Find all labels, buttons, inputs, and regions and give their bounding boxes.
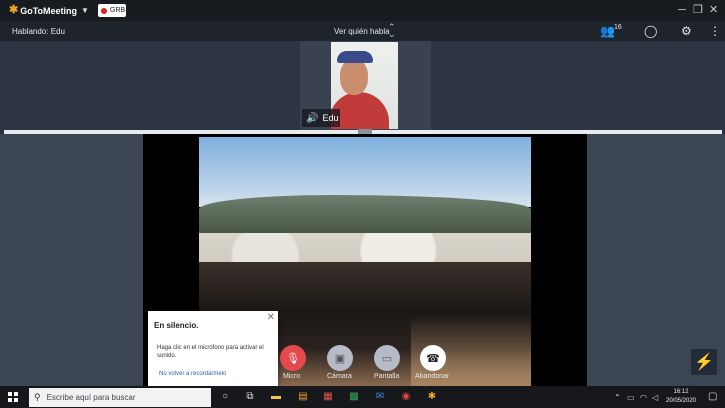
store-icon[interactable]: ▤ [296,390,310,404]
mail-icon[interactable]: ✉ [373,390,387,404]
battery-icon[interactable]: ▭ [627,393,635,402]
title-bar: ✱ GoToMeeting ▼ GRB ─ ❐ ✕ [0,0,725,21]
gear-icon[interactable]: ⚙ [681,24,692,38]
camera-button[interactable]: ▣ [327,345,353,371]
updown-chevron-icon[interactable]: ⌃ ⌄ [388,23,396,39]
close-icon[interactable]: ✕ [709,3,718,17]
toast-body: Haga clic en el micrófono para activar e… [157,345,264,359]
more-options-icon[interactable]: ⋮ [709,24,721,38]
camera-off-icon: ▣ [334,352,346,365]
recording-badge[interactable]: GRB [98,4,126,17]
notifications-icon[interactable]: ▢ [708,391,717,402]
chrome-icon[interactable]: ◉ [399,390,413,404]
lightning-logo-icon: ⚡ [690,348,718,376]
mic-label: Micro [283,373,301,380]
dont-remind-link[interactable]: No volver a recordármelo [159,371,226,377]
restore-icon[interactable]: ❐ [693,3,703,17]
microphone-muted-icon: 🎙 [286,352,300,365]
speaker-volume-icon: 🔊 [306,112,319,124]
windows-start-icon[interactable] [8,392,18,402]
tray-expand-icon[interactable]: ⌃ [614,393,621,402]
mic-button[interactable]: 🎙 [280,345,306,371]
close-icon[interactable]: ✕ [267,312,275,323]
view-who-speaks-dropdown[interactable]: Ver quién habla [334,27,390,36]
webcam-video [331,42,398,129]
excel-icon[interactable]: ▩ [347,390,361,404]
screen-share-button[interactable]: ▭ [374,345,400,371]
webcam-name: Edu [322,113,339,123]
speaking-indicator: Hablando: Edu [12,27,65,36]
screen-share-icon: ▭ [381,352,393,365]
participant-count: 16 [614,24,622,31]
webcam-name-label: 🔊 Edu [302,109,340,127]
chat-icon[interactable]: ◯ [644,24,657,38]
clock[interactable]: 16:12 20/05/2020 [662,388,700,406]
toast-title: En silencio. [154,321,199,330]
participants-icon[interactable]: 👥 [600,24,615,38]
minimize-icon[interactable]: ─ [678,3,686,17]
gotomeeting-taskbar-icon[interactable]: ✱ [425,390,439,404]
recording-label: GRB [110,7,126,14]
leave-button[interactable]: ☎ [420,345,446,371]
app-menu[interactable]: ✱ GoToMeeting ▼ [9,5,89,16]
chevron-down-icon: ▼ [81,6,89,15]
speaker-bar: Hablando: Edu Ver quién habla ⌃ ⌄ 👥 16 ◯ … [0,21,725,41]
cortana-icon[interactable]: ○ [218,390,232,404]
file-explorer-icon[interactable]: ▬ [269,390,283,404]
clock-time: 16:12 [673,389,689,395]
leave-label: Abandonar [415,373,450,380]
gift-icon[interactable]: ▦ [321,390,335,404]
volume-icon[interactable]: ◁ [652,393,658,402]
record-dot-icon [101,7,107,14]
app-name: GoToMeeting [20,5,78,16]
muted-notification: ✕ En silencio. Haga clic en el micrófono… [148,311,278,386]
hangup-icon: ☎ [426,352,440,365]
clock-date: 20/05/2020 [665,398,697,404]
taskbar-search[interactable]: ⚲ Escribe aquí para buscar [29,388,211,407]
gotomeeting-logo-icon: ✱ [9,4,19,16]
camera-label: Cámara [327,373,352,380]
network-icon[interactable]: ◠ [640,393,647,402]
screen-label: Pantalla [374,373,400,380]
search-icon: ⚲ [34,392,41,402]
task-view-icon[interactable]: ⧉ [243,390,257,404]
search-placeholder: Escribe aquí para buscar [46,393,136,402]
